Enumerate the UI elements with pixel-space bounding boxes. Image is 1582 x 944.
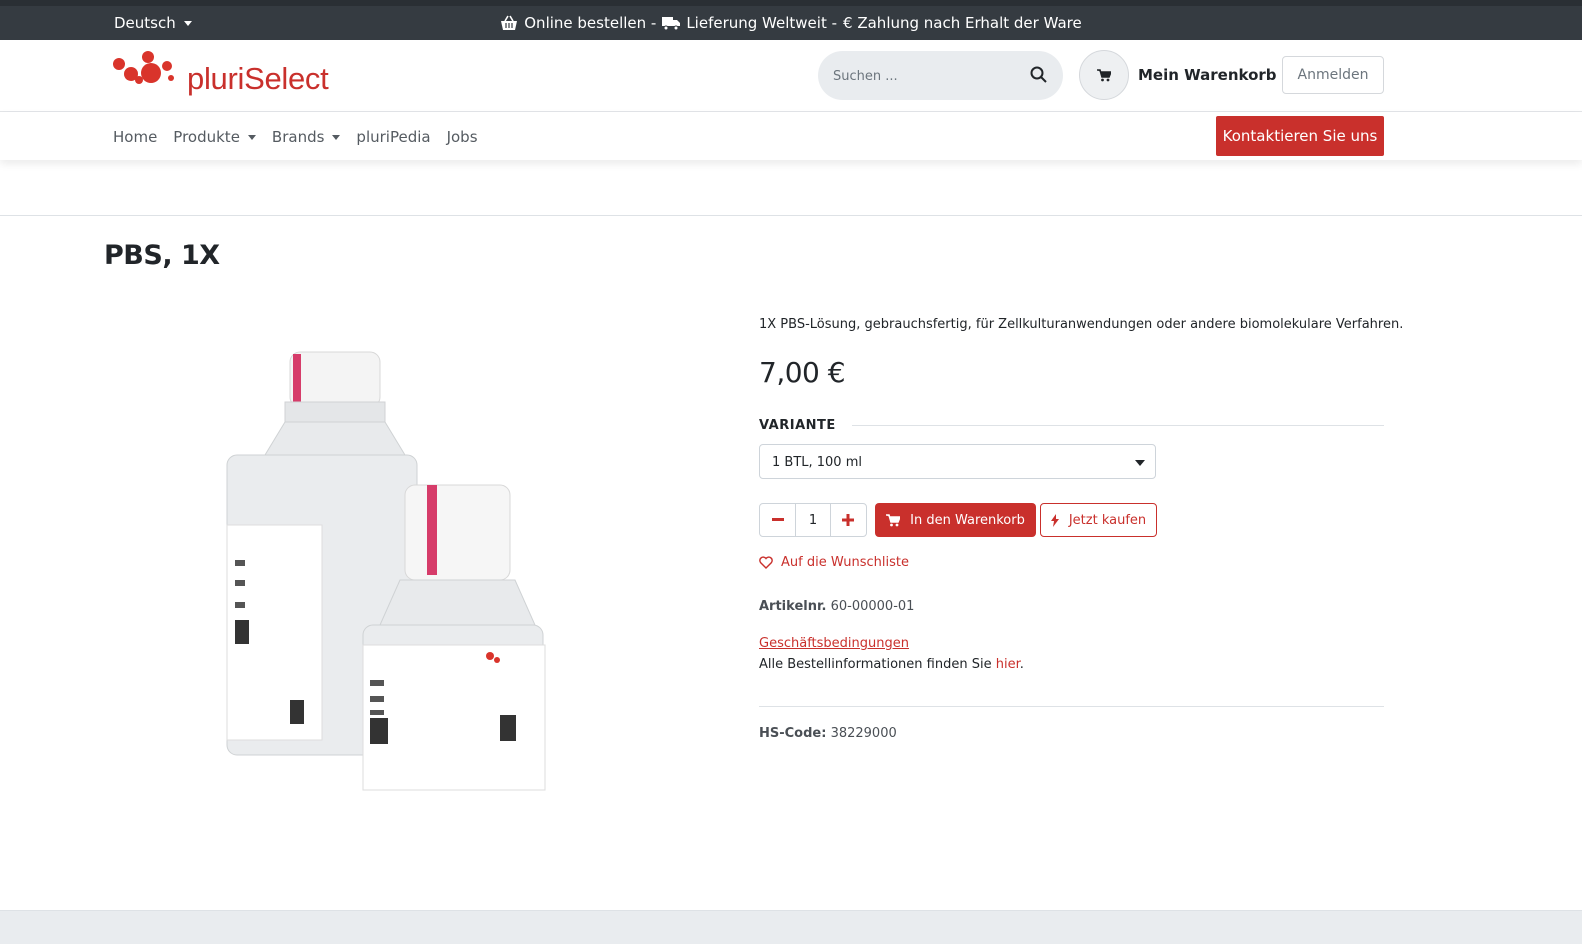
contact-button[interactable]: Kontaktieren Sie uns [1216, 116, 1384, 156]
cart-icon [886, 513, 901, 526]
sku-label: Artikelnr. [759, 599, 827, 614]
cart-button[interactable] [1079, 50, 1129, 100]
nav-item-label: Produkte [173, 128, 240, 146]
product-description: 1X PBS-Lösung, gebrauchsfertig, für Zell… [759, 317, 1404, 332]
nav-item-jobs[interactable]: Jobs [447, 128, 478, 146]
nav-item-label: Jobs [446, 128, 478, 146]
heart-icon [759, 556, 773, 569]
truck-icon [662, 16, 681, 30]
search-icon[interactable] [1030, 66, 1047, 83]
logo-mark-icon [113, 51, 174, 84]
sku-value: 60-00000-01 [830, 599, 915, 614]
nav-item-label: pluriPedia [356, 128, 431, 146]
promo-text-2: Lieferung Weltweit - [686, 14, 838, 32]
logo[interactable]: pluriSelect [111, 50, 329, 94]
order-info-text: Alle Bestellinformationen finden Sie [759, 657, 992, 672]
add-to-cart-button[interactable]: In den Warenkorb [875, 503, 1036, 537]
add-to-cart-label: In den Warenkorb [910, 512, 1025, 528]
variant-selected-value: 1 BTL, 100 ml [772, 455, 862, 470]
nav-item-produkte[interactable]: Produkte [173, 128, 256, 146]
nav-item-pluripedia[interactable]: pluriPedia [356, 128, 430, 146]
divider [851, 425, 1384, 426]
nav-item-label: Home [113, 128, 158, 146]
variant-select[interactable]: 1 BTL, 100 ml [759, 444, 1156, 479]
main-nav: Home Produkte Brands pluriPedia Jobs Kon… [0, 112, 1582, 160]
login-button[interactable]: Anmelden [1282, 56, 1384, 94]
promo-text-1: Online bestellen - [524, 14, 657, 32]
promo-banner: Online bestellen - Lieferung Weltweit - … [0, 14, 1582, 32]
cart-label[interactable]: Mein Warenkorb [1138, 66, 1277, 84]
shopping-basket-icon [501, 15, 518, 30]
chevron-down-icon [332, 134, 341, 140]
divider [0, 215, 1582, 216]
terms-link[interactable]: Geschäftsbedingungen [759, 636, 909, 651]
decrease-quantity-button[interactable] [760, 504, 795, 536]
search-input[interactable] [833, 64, 1013, 88]
search-box [818, 51, 1063, 100]
buy-now-button[interactable]: Jetzt kaufen [1040, 503, 1157, 537]
variant-label: VARIANTE [759, 418, 836, 433]
hs-code-label: HS-Code: [759, 726, 827, 741]
logo-text: pluriSelect [187, 61, 329, 96]
chevron-down-icon [1135, 460, 1145, 466]
plus-icon [842, 514, 855, 526]
cart-icon [1097, 68, 1111, 81]
divider [759, 706, 1384, 707]
order-info-end: . [1019, 657, 1024, 672]
nav-item-label: Brands [271, 128, 325, 146]
page-title: PBS, 1X [104, 240, 220, 271]
increase-quantity-button[interactable] [831, 504, 866, 536]
quantity-stepper: 1 [759, 503, 867, 537]
wishlist-label: Auf die Wunschliste [781, 555, 909, 570]
nav-item-home[interactable]: Home [113, 128, 157, 146]
product-image [226, 351, 546, 791]
site-header: pluriSelect Mein Warenkorb Anmelden [0, 40, 1582, 112]
buy-now-label: Jetzt kaufen [1068, 512, 1147, 528]
order-info-link[interactable]: hier [996, 657, 1020, 672]
hs-code-value: 38229000 [830, 726, 897, 741]
bolt-icon [1050, 513, 1059, 527]
chevron-down-icon [247, 134, 256, 140]
order-info: Alle Bestellinformationen finden Sie hie… [759, 657, 1024, 672]
hs-code-row: HS-Code: 38229000 [759, 726, 897, 741]
variant-header: VARIANTE [759, 418, 1384, 433]
sku-row: Artikelnr. 60-00000-01 [759, 599, 914, 614]
top-bar: Deutsch Online bestellen - Lieferung Wel… [0, 0, 1582, 40]
nav-item-brands[interactable]: Brands [272, 128, 341, 146]
promo-text-3: € Zahlung nach Erhalt der Ware [843, 14, 1082, 32]
product-price: 7,00 € [759, 356, 846, 389]
wishlist-link[interactable]: Auf die Wunschliste [759, 555, 909, 570]
quantity-input[interactable]: 1 [795, 504, 831, 536]
minus-icon [771, 518, 784, 521]
footer [0, 910, 1582, 944]
